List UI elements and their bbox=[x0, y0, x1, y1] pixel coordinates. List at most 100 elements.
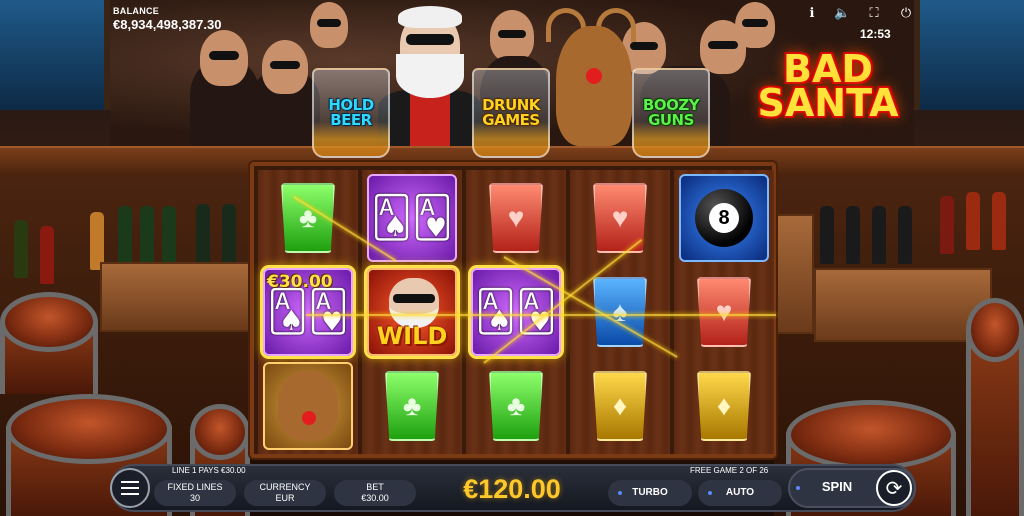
bottle bbox=[940, 196, 954, 254]
cards-icon: 🂡🂱 bbox=[371, 196, 453, 240]
balance-label: BALANCE bbox=[113, 6, 160, 16]
symbol-green-club-shot: ♣ bbox=[261, 172, 355, 264]
fixed-lines-label: FIXED LINES bbox=[167, 482, 223, 492]
reel-3: ♥ 🂡🂱 ♣ bbox=[466, 170, 566, 454]
symbol-santa-wild: WILD bbox=[365, 266, 459, 358]
free-game-text: FREE GAME 2 OF 26 bbox=[690, 466, 769, 475]
symbol-green-club-shot: ♣ bbox=[469, 360, 563, 452]
bottle bbox=[14, 220, 28, 278]
bottle bbox=[820, 206, 834, 264]
reels-area: ♣ 🂡🂱 €30.00 🂡🂱 WILD ♣ ♥ 🂡🂱 ♣ ♥ ♠ ♦ 8 ♥ ♦ bbox=[250, 162, 776, 458]
wild-label: WILD bbox=[376, 322, 448, 350]
symbol-reindeer bbox=[261, 360, 355, 452]
bottle bbox=[118, 206, 132, 264]
bottle bbox=[196, 204, 210, 262]
santa-hair bbox=[398, 6, 462, 28]
bet-button[interactable]: BET €30.00 bbox=[334, 480, 416, 506]
bet-value: €30.00 bbox=[361, 493, 389, 503]
spin-label[interactable]: SPIN bbox=[808, 479, 866, 494]
barrel-top bbox=[190, 404, 250, 460]
feature-hold-beer: HOLD BEER bbox=[312, 68, 390, 158]
reindeer-tile bbox=[263, 362, 353, 450]
reel-5: 8 ♥ ♦ bbox=[674, 170, 774, 454]
eight-ball-number: 8 bbox=[709, 203, 739, 233]
bottle bbox=[162, 206, 176, 264]
crate bbox=[100, 262, 250, 332]
feature-drunk-games: DRUNK GAMES bbox=[472, 68, 550, 158]
turbo-label: TURBO bbox=[632, 487, 668, 498]
line-pays-text: LINE 1 PAYS €30.00 bbox=[172, 466, 246, 475]
window-left bbox=[0, 0, 110, 110]
fullscreen-icon[interactable]: ⛶ bbox=[866, 5, 882, 21]
feature-label: DRUNK GAMES bbox=[482, 96, 540, 129]
crowd-person bbox=[262, 40, 308, 94]
barrel-top bbox=[6, 394, 172, 464]
currency-value: EUR bbox=[275, 493, 295, 503]
spin-button[interactable]: ⟳ bbox=[876, 470, 912, 506]
bottle bbox=[898, 206, 912, 264]
reindeer-icon bbox=[278, 371, 338, 441]
crowd-person bbox=[490, 10, 534, 62]
feature-boozy-guns: BOOZY GUNS bbox=[632, 68, 710, 158]
cards-tile: 🂡🂱 bbox=[367, 174, 457, 262]
win-amount: €120.00 bbox=[463, 474, 561, 504]
currency-label: CURRENCY bbox=[259, 482, 311, 492]
symbol-yellow-diamond-shot: ♦ bbox=[677, 360, 771, 452]
reel-2: 🂡🂱 WILD ♣ bbox=[362, 170, 462, 454]
wild-tile: WILD bbox=[367, 268, 457, 356]
toggle-indicator bbox=[708, 491, 712, 495]
spin-indicator bbox=[796, 486, 800, 490]
diamond-icon: ♦ bbox=[697, 371, 751, 441]
logo-line2: SANTA bbox=[757, 81, 899, 125]
bottle bbox=[992, 192, 1006, 250]
cards-icon: 🂡🂱 bbox=[475, 290, 557, 334]
club-icon: ♣ bbox=[489, 371, 543, 441]
symbol-yellow-diamond-shot: ♦ bbox=[573, 360, 667, 452]
barrel-top bbox=[786, 400, 956, 470]
symbol-red-heart-shot: ♥ bbox=[677, 266, 771, 358]
bottle bbox=[222, 204, 236, 262]
menu-button[interactable] bbox=[110, 468, 150, 508]
turbo-toggle[interactable]: TURBO bbox=[608, 480, 692, 506]
symbol-red-heart-shot: ♥ bbox=[573, 172, 667, 264]
barrel-top bbox=[0, 292, 98, 352]
crowd-person bbox=[200, 30, 248, 86]
fixed-lines-button[interactable]: FIXED LINES 30 bbox=[154, 480, 236, 506]
heart-icon: ♥ bbox=[697, 277, 751, 347]
santa-wild-icon bbox=[389, 278, 439, 328]
auto-label: AUTO bbox=[725, 487, 755, 498]
eight-ball-icon: 8 bbox=[695, 189, 753, 247]
auto-toggle[interactable]: AUTO bbox=[698, 480, 782, 506]
clock: 12:53 bbox=[860, 27, 891, 41]
santa-body bbox=[378, 90, 482, 150]
santa-beard bbox=[396, 54, 464, 98]
cards-tile: 🂡🂱 €30.00 bbox=[263, 268, 353, 356]
symbol-green-club-shot: ♣ bbox=[365, 360, 459, 452]
info-icon[interactable]: ℹ bbox=[804, 5, 820, 21]
feature-label: BOOZY GUNS bbox=[642, 96, 700, 129]
balance-value: €8,934,498,387.30 bbox=[113, 17, 222, 32]
eight-ball-tile: 8 bbox=[679, 174, 769, 262]
fixed-lines-value: 30 bbox=[189, 493, 200, 503]
game-logo: BAD SANTA bbox=[738, 50, 918, 125]
power-icon[interactable]: ⏻ bbox=[898, 5, 914, 21]
bottle bbox=[966, 192, 980, 250]
bet-label: BET bbox=[366, 482, 384, 492]
crowd-person bbox=[735, 2, 775, 48]
symbol-red-heart-shot: ♥ bbox=[469, 172, 563, 264]
crate bbox=[776, 214, 814, 334]
refresh-icon: ⟳ bbox=[885, 477, 903, 500]
club-icon: ♣ bbox=[385, 371, 439, 441]
reel-4: ♥ ♠ ♦ bbox=[570, 170, 670, 454]
symbol-eight-ball: 8 bbox=[677, 172, 771, 264]
currency-button[interactable]: CURRENCY EUR bbox=[244, 480, 326, 506]
bottle bbox=[40, 226, 54, 284]
sound-icon[interactable]: 🔈 bbox=[834, 5, 850, 21]
window-right bbox=[914, 0, 1024, 110]
bottle bbox=[140, 206, 154, 264]
prize-value: €30.00 bbox=[267, 272, 333, 292]
reindeer-character bbox=[556, 26, 632, 146]
symbol-cards-prize: 🂡🂱 €30.00 bbox=[261, 266, 355, 358]
reel-1: ♣ 🂡🂱 €30.00 bbox=[258, 170, 358, 454]
feature-label: HOLD BEER bbox=[328, 96, 374, 129]
